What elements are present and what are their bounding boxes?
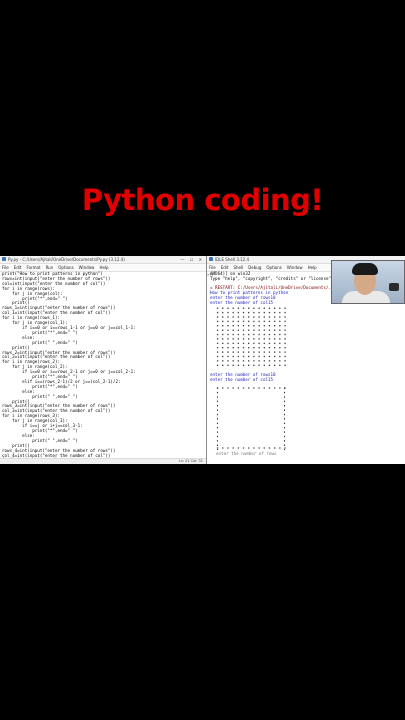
- webcam-overlay: [331, 260, 405, 304]
- shell-output-second: enter the number of rows10 enter the numb…: [210, 372, 276, 383]
- shell-menu-options[interactable]: Options: [266, 265, 281, 270]
- code-area[interactable]: print("How to print patterns in python")…: [0, 271, 206, 464]
- editor-menu-edit[interactable]: Edit: [14, 265, 22, 270]
- shell-menu-debug[interactable]: Debug: [248, 265, 261, 270]
- shell-menu-edit[interactable]: Edit: [221, 265, 229, 270]
- hollow-rectangle-output: [215, 386, 287, 450]
- shell-output[interactable]: AMD64)] on win32 Type "help", "copyright"…: [210, 271, 336, 306]
- window-controls-icon[interactable]: — ☐ ✕: [181, 256, 204, 263]
- python-icon: [209, 257, 213, 261]
- editor-menu-run[interactable]: Run: [46, 265, 54, 270]
- idle-editor-window[interactable]: Py.py - C:/Users/Ajitali/OneDrive/Docume…: [0, 256, 206, 464]
- editor-title: Py.py - C:/Users/Ajitali/OneDrive/Docume…: [8, 257, 125, 262]
- shell-line: Type "help", "copyright", "credits" or "…: [210, 275, 332, 281]
- shell-menu-shell[interactable]: Shell: [233, 265, 243, 270]
- star-rectangle-output: [215, 306, 287, 369]
- editor-statusbar: Ln: 21 Col: 31: [0, 458, 206, 464]
- editor-menu-help[interactable]: Help: [99, 265, 108, 270]
- editor-menu-window[interactable]: Window: [79, 265, 95, 270]
- python-icon: [2, 257, 6, 261]
- editor-menu-format[interactable]: Format: [26, 265, 40, 270]
- shell-title: IDLE Shell 3.12.4: [215, 257, 250, 262]
- shell-line: enter the number of col15: [210, 376, 274, 382]
- shell-menu-help[interactable]: Help: [308, 265, 317, 270]
- editor-menu-file[interactable]: File: [2, 265, 9, 270]
- shell-menu-file[interactable]: File: [209, 265, 216, 270]
- editor-menu-options[interactable]: Options: [58, 265, 73, 270]
- editor-titlebar: Py.py - C:/Users/Ajitali/OneDrive/Docume…: [0, 256, 206, 264]
- microphone-icon: [389, 283, 399, 291]
- video-headline: Python coding!: [81, 183, 324, 217]
- shell-line: enter the number of col15: [210, 299, 274, 305]
- shell-input-line[interactable]: enter the number of rows: [216, 451, 277, 457]
- shell-menu-window[interactable]: Window: [287, 265, 303, 270]
